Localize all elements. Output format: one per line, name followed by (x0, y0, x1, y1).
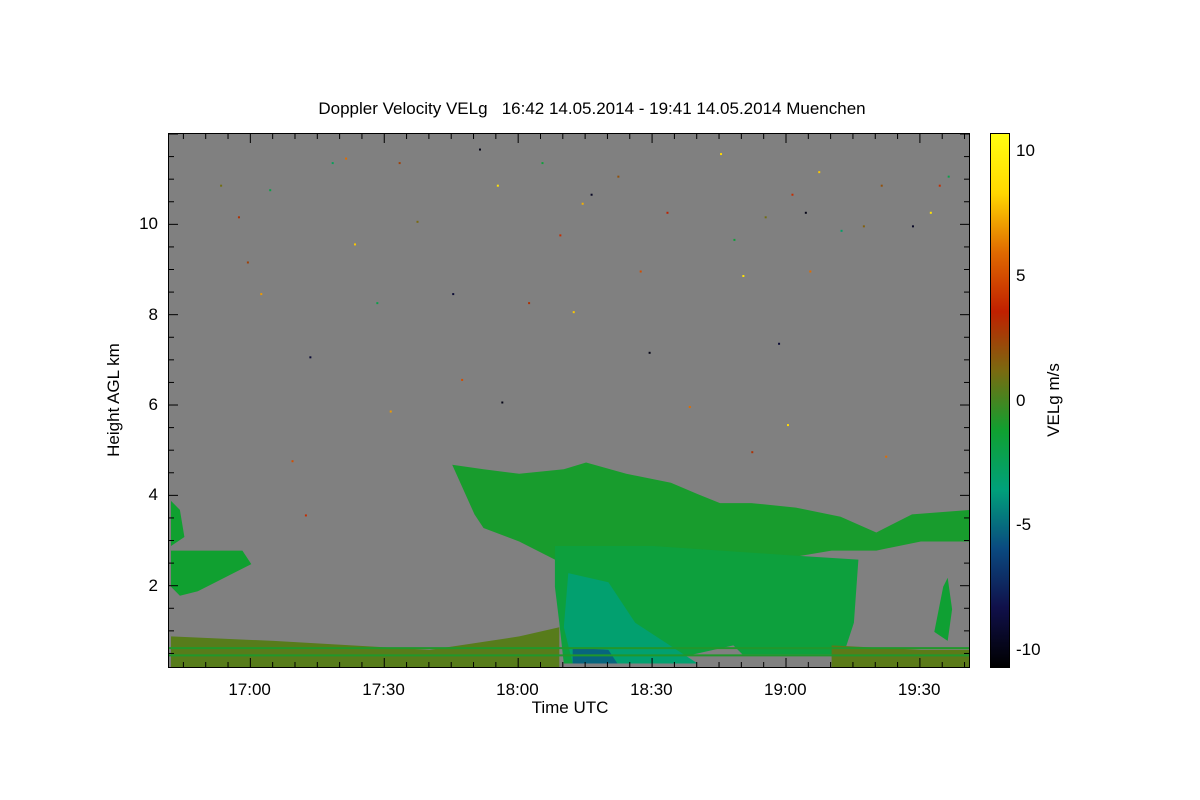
noise-pixel (291, 460, 294, 463)
echo-region-low-cloud-left (171, 500, 252, 596)
noise-pixel (345, 157, 348, 160)
noise-pixel (880, 184, 883, 187)
y-tick-label: 2 (148, 575, 158, 595)
noise-pixel (331, 162, 334, 165)
noise-pixel (478, 148, 481, 151)
noise-pixel (720, 153, 723, 156)
noise-pixel (911, 225, 914, 228)
noise-pixel (648, 351, 651, 354)
echo-field (169, 148, 969, 667)
echo-region-fragments-right (934, 577, 953, 641)
noise-pixel (376, 302, 379, 305)
noise-pixel (237, 216, 240, 219)
noise-pixel (572, 311, 575, 314)
noise-pixel (398, 162, 401, 165)
noise-pixel (791, 193, 794, 196)
colorbar-tick-label: -5 (1016, 515, 1032, 535)
echo-region-main-cloud-upper (452, 462, 969, 565)
noise-pixel (639, 270, 642, 273)
colorbar-tick-label: 5 (1016, 265, 1026, 285)
noise-pixel (885, 455, 888, 458)
noise-pixel (541, 162, 544, 165)
y-tick-label: 4 (148, 485, 158, 505)
x-axis-label: Time UTC (531, 698, 609, 717)
noise-pixel (309, 356, 312, 359)
noise-pixel (269, 189, 272, 192)
noise-pixel (862, 225, 865, 228)
colorbar-tick-label: -10 (1016, 639, 1041, 659)
colorbar-tick-label: 0 (1016, 390, 1026, 410)
noise-pixel (751, 451, 754, 454)
noise-pixel (220, 184, 223, 187)
y-tick-label: 8 (148, 304, 158, 324)
x-tick-label: 18:30 (630, 680, 673, 699)
noise-pixel (354, 243, 357, 246)
x-tick-label: 19:30 (897, 680, 941, 699)
noise-pixel (501, 401, 504, 404)
noise-pixel (818, 171, 821, 174)
noise-pixel (496, 184, 499, 187)
noise-pixel (666, 211, 669, 214)
noise-pixel (786, 424, 789, 427)
chart-title: Doppler Velocity VELg 16:42 14.05.2014 -… (318, 99, 866, 118)
noise-pixel (809, 270, 812, 273)
plot-area (168, 133, 970, 668)
x-tick-label: 18:00 (496, 680, 539, 699)
noise-pixel (461, 378, 464, 381)
noise-pixel (742, 275, 745, 278)
noise-pixel (929, 211, 932, 214)
x-tick-label: 19:00 (763, 680, 807, 699)
y-tick-label: 10 (139, 214, 158, 234)
noise-pixel (246, 261, 249, 264)
y-tick-label: 6 (148, 395, 158, 415)
noise-pixel (840, 229, 843, 232)
noise-pixel (938, 184, 941, 187)
colorbar-tick-label: 10 (1016, 141, 1035, 161)
x-tick-label: 17:30 (362, 680, 405, 699)
noise-pixel (416, 220, 419, 223)
noise-pixel (617, 175, 620, 178)
colorbar (990, 133, 1010, 668)
noise-pixel (304, 514, 307, 517)
noise-pixel (778, 342, 781, 345)
noise-pixel (733, 238, 736, 241)
noise-pixel (389, 410, 392, 413)
noise-pixel (559, 234, 562, 237)
x-tick-label: 17:00 (228, 680, 271, 699)
noise-pixel (688, 406, 691, 409)
noise-pixel (764, 216, 767, 219)
noise-pixel (581, 202, 584, 205)
y-axis-label: Height AGL km (104, 343, 123, 457)
noise-pixel (590, 193, 593, 196)
noise-pixel (804, 211, 807, 214)
noise-pixel (452, 293, 455, 296)
colorbar-label: VELg m/s (1044, 363, 1063, 437)
noise-pixel (528, 302, 531, 305)
noise-pixel (947, 175, 950, 178)
noise-pixel (260, 293, 263, 296)
